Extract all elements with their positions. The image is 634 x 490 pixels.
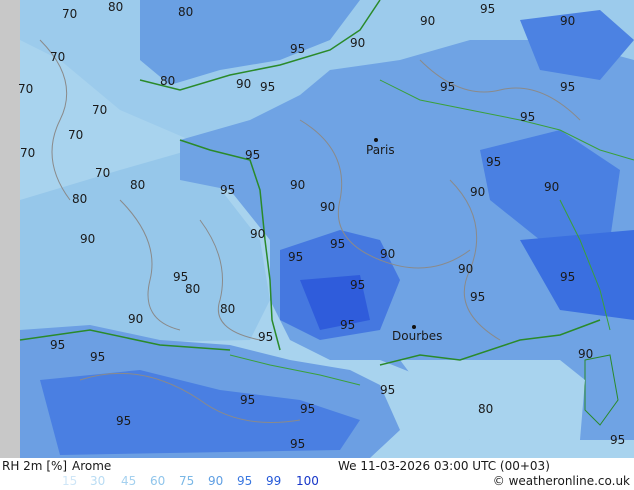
- contour-label: 70: [50, 50, 66, 64]
- contour-label: 95: [350, 278, 366, 292]
- contour-label: 90: [80, 232, 96, 246]
- contour-label: 80: [108, 0, 124, 14]
- contour-label: 95: [220, 183, 236, 197]
- city-marker-paris: [374, 138, 378, 142]
- contour-label: 95: [50, 338, 66, 352]
- contour-label: 95: [330, 237, 346, 251]
- contour-label: 90: [128, 312, 144, 326]
- contour-label: 90: [380, 247, 396, 261]
- contour-label: 95: [340, 318, 356, 332]
- contour-label: 70: [68, 128, 84, 142]
- contour-label: 95: [245, 148, 261, 162]
- contour-label: 90: [250, 227, 266, 241]
- contour-label: 95: [290, 437, 306, 451]
- legend-value-30: 30: [90, 474, 106, 488]
- legend-value-15: 15: [62, 474, 78, 488]
- contour-label: 80: [178, 5, 194, 19]
- contour-label: 90: [350, 36, 366, 50]
- contour-label: 95: [300, 402, 316, 416]
- contour-label: 95: [173, 270, 189, 284]
- contour-label: 95: [290, 42, 306, 56]
- map-area: Paris Dourbes 70 70 70 70 70 70 70 80 80…: [0, 0, 634, 458]
- contour-label: 95: [258, 330, 274, 344]
- no-data-strip: [0, 0, 20, 458]
- city-label-paris: Paris: [366, 143, 395, 157]
- legend-bar: RH 2m [%] Arome We 11-03-2026 03:00 UTC …: [0, 458, 634, 490]
- contour-label: 90: [578, 347, 594, 361]
- city-label-dourbes: Dourbes: [392, 329, 443, 343]
- contour-label: 95: [486, 155, 502, 169]
- contour-label: 70: [92, 103, 108, 117]
- contour-label: 90: [560, 14, 576, 28]
- contour-label: 95: [260, 80, 276, 94]
- legend-value-95: 95: [237, 474, 253, 488]
- contour-label: 70: [62, 7, 78, 21]
- contour-label: 95: [560, 80, 576, 94]
- contour-label: 80: [478, 402, 494, 416]
- contour-label: 95: [610, 433, 626, 447]
- contour-label: 95: [240, 393, 256, 407]
- legend-value-99: 99: [266, 474, 282, 488]
- contour-label: 95: [380, 383, 396, 397]
- contour-label: 90: [236, 77, 252, 91]
- legend-value-90: 90: [208, 474, 224, 488]
- contour-label: 90: [470, 185, 486, 199]
- contour-label: 80: [220, 302, 236, 316]
- contour-label: 80: [130, 178, 146, 192]
- contour-label: 90: [544, 180, 560, 194]
- contour-label: 95: [480, 2, 496, 16]
- legend-value-60: 60: [150, 474, 166, 488]
- contour-label: 80: [185, 282, 201, 296]
- contour-label: 95: [116, 414, 132, 428]
- contour-label: 95: [90, 350, 106, 364]
- legend-value-100: 100: [296, 474, 319, 488]
- contour-label: 90: [420, 14, 436, 28]
- contour-label: 95: [440, 80, 456, 94]
- contour-label: 90: [458, 262, 474, 276]
- contour-label: 80: [160, 74, 176, 88]
- site-credit: © weatheronline.co.uk: [492, 474, 630, 488]
- legend-param: RH 2m [%]: [2, 459, 68, 473]
- contour-label: 70: [18, 82, 34, 96]
- legend-model: Arome: [72, 459, 112, 473]
- contour-label: 95: [470, 290, 486, 304]
- legend-value-45: 45: [121, 474, 137, 488]
- contour-label: 95: [560, 270, 576, 284]
- contour-label: 95: [288, 250, 304, 264]
- contour-label: 80: [72, 192, 88, 206]
- contour-label: 95: [520, 110, 536, 124]
- contour-label: 70: [95, 166, 111, 180]
- forecast-datetime: We 11-03-2026 03:00 UTC (00+03): [338, 459, 550, 473]
- contour-label: 90: [320, 200, 336, 214]
- contour-label: 70: [20, 146, 36, 160]
- humidity-map: [0, 0, 634, 458]
- contour-label: 90: [290, 178, 306, 192]
- legend-value-75: 75: [179, 474, 195, 488]
